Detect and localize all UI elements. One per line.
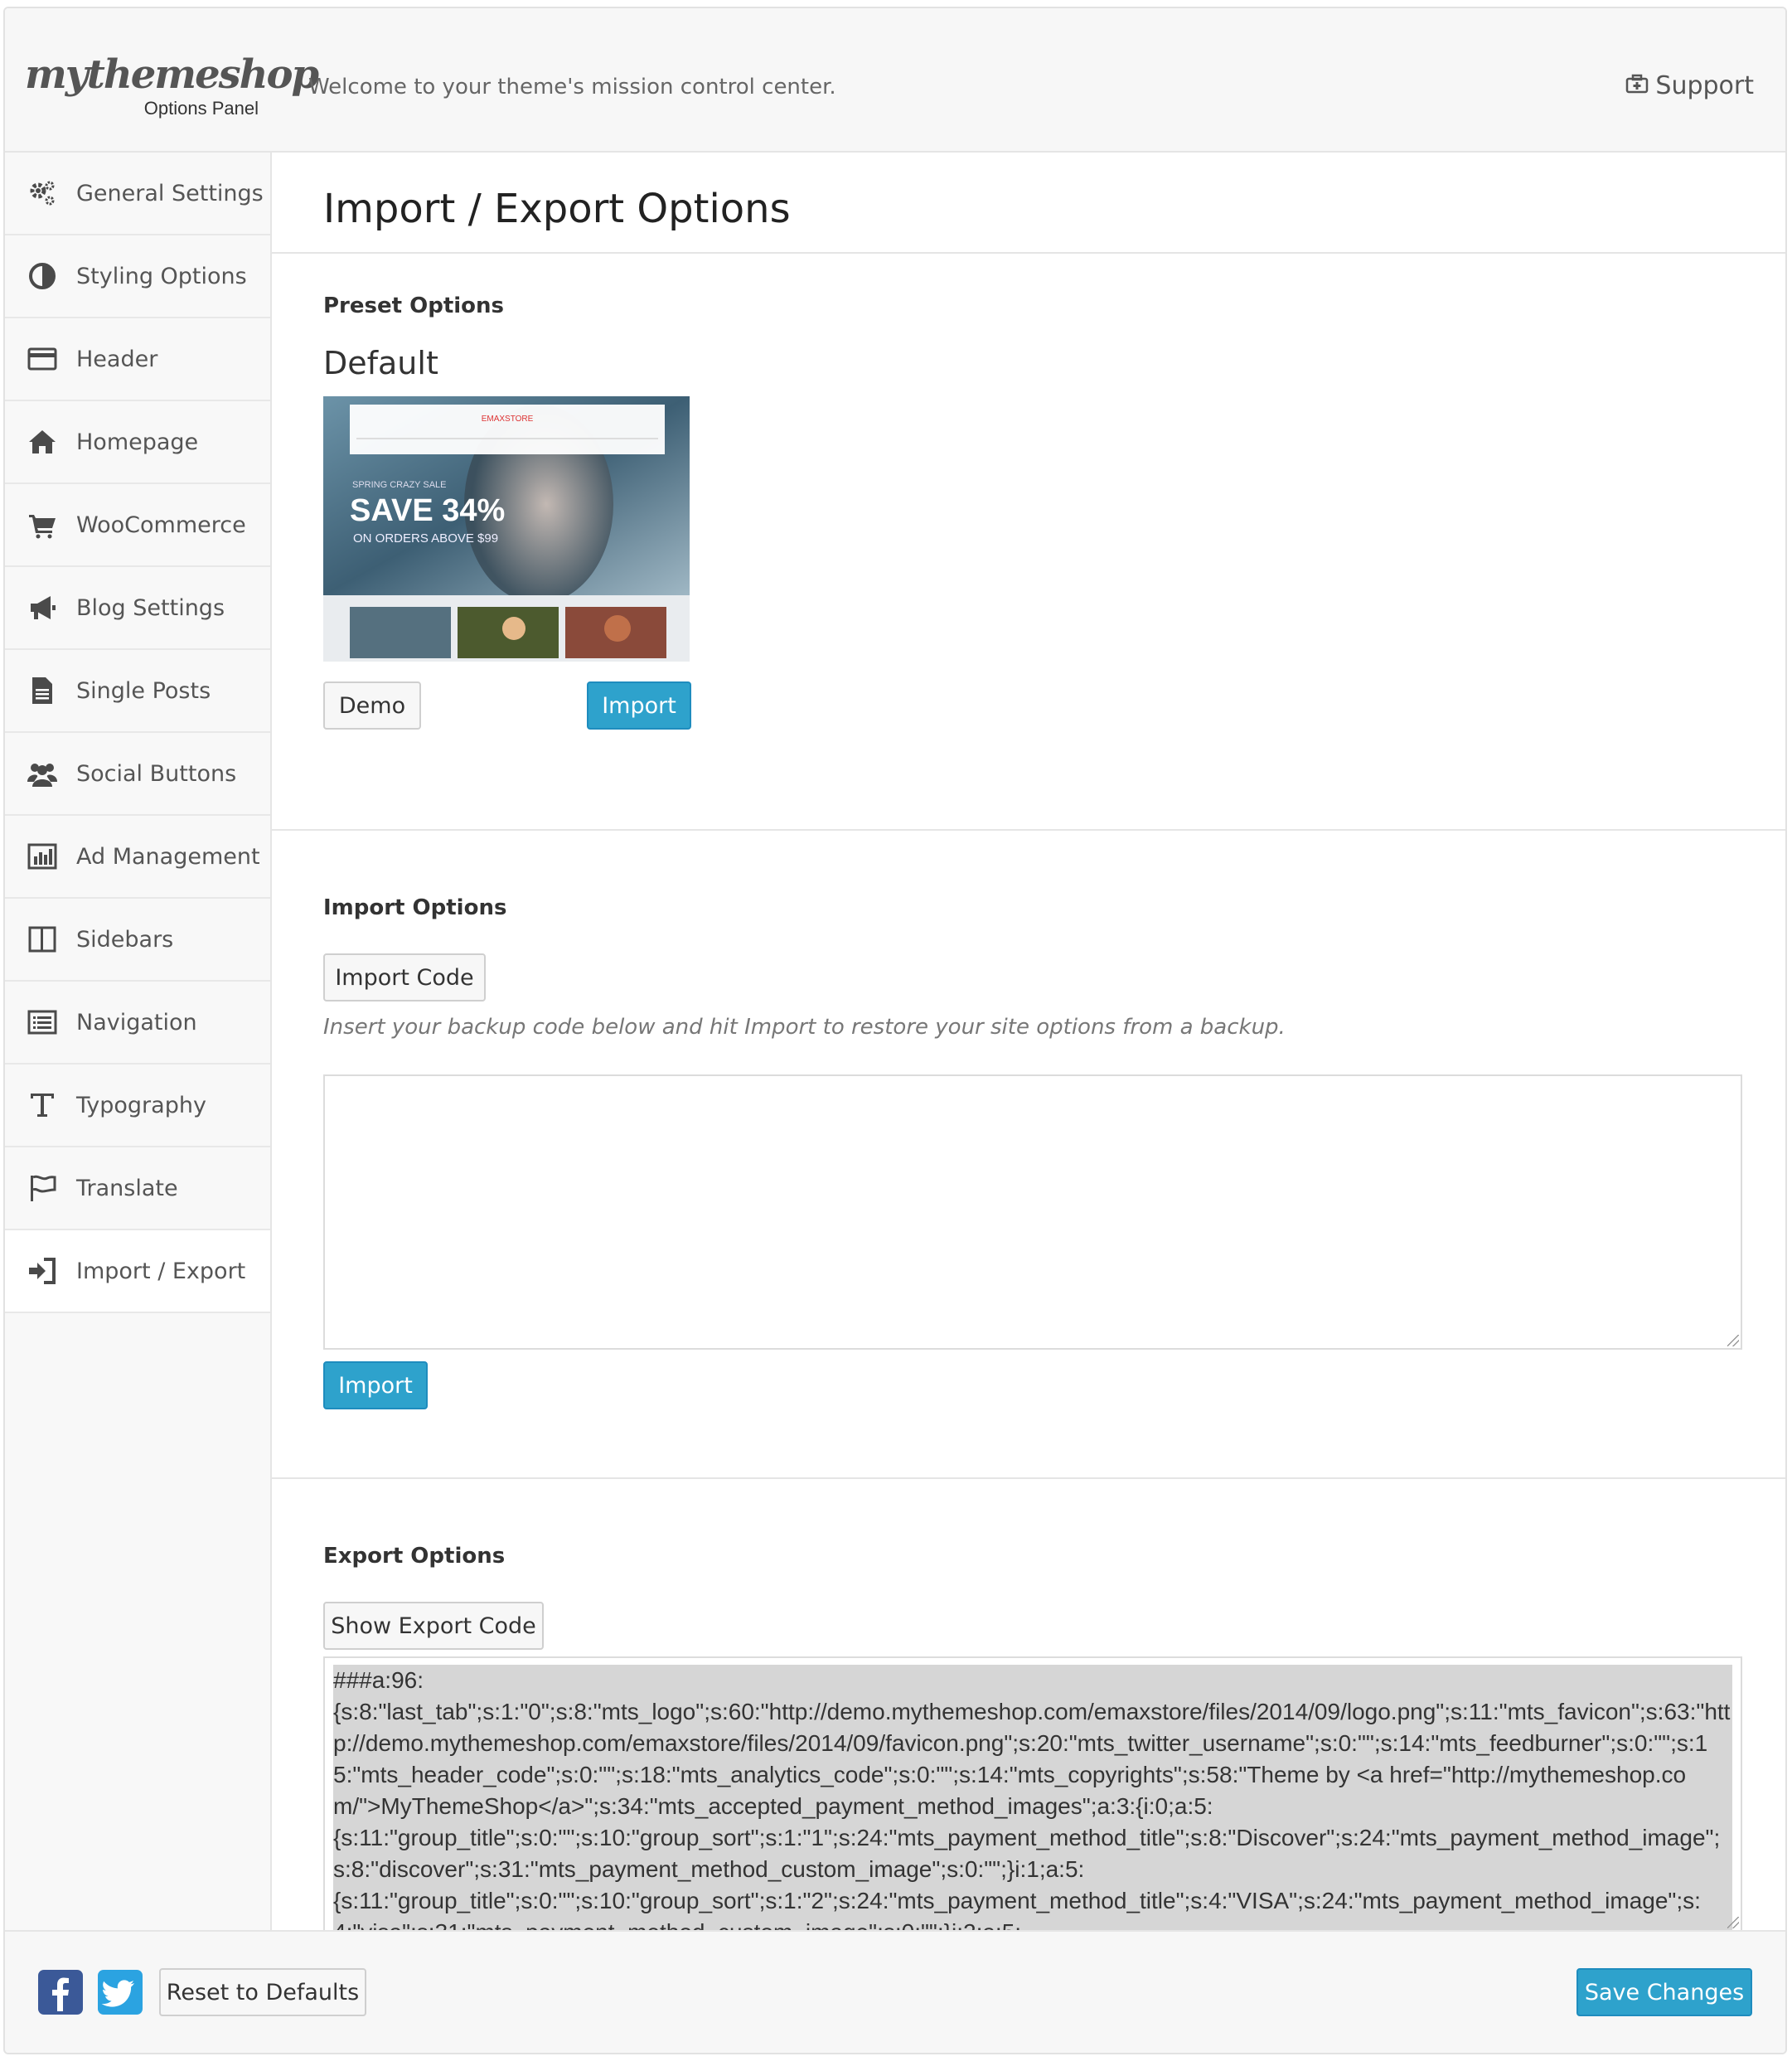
sidebar-item-single-posts[interactable]: Single Posts xyxy=(5,650,270,733)
gears-icon xyxy=(27,177,58,209)
thumb-sale: SAVE 34% xyxy=(350,493,505,528)
sidebar-item-label: Header xyxy=(76,346,158,372)
twitter-icon xyxy=(98,1970,143,2015)
facebook-icon xyxy=(38,1970,83,2015)
support-link[interactable]: Support xyxy=(1625,71,1754,100)
thumb-sale-small: SPRING CRAZY SALE xyxy=(352,480,447,490)
save-changes-button[interactable]: Save Changes xyxy=(1576,1968,1752,2016)
users-icon xyxy=(27,758,58,789)
section-divider xyxy=(272,829,1785,831)
sidebar-item-navigation[interactable]: Navigation xyxy=(5,982,270,1065)
logo-text: mythemeshop xyxy=(25,51,319,98)
sidebar-item-import-export[interactable]: Import / Export xyxy=(5,1230,270,1313)
preset-options-label: Preset Options xyxy=(323,293,505,318)
import-options-label: Import Options xyxy=(323,895,507,920)
footer-bar: Reset to Defaults Save Changes xyxy=(5,1930,1785,2053)
thumb-brand: EMAXSTORE xyxy=(482,415,534,424)
options-panel: mythemeshop Options Panel Welcome to you… xyxy=(3,7,1787,2054)
import-code-textarea[interactable] xyxy=(323,1074,1742,1350)
list-icon xyxy=(27,1006,58,1038)
bar-chart-icon xyxy=(27,841,58,872)
sidebar-item-label: Single Posts xyxy=(76,677,211,704)
sidebar-item-label: Homepage xyxy=(76,429,199,455)
sidebar-item-label: General Settings xyxy=(76,180,264,206)
sidebar-item-social-buttons[interactable]: Social Buttons xyxy=(5,733,270,816)
title-divider xyxy=(272,252,1785,254)
top-header: mythemeshop Options Panel Welcome to you… xyxy=(5,8,1785,153)
sidebar-item-styling-options[interactable]: Styling Options xyxy=(5,235,270,318)
import-hint: Insert your backup code below and hit Im… xyxy=(323,1015,1286,1040)
welcome-text: Welcome to your theme's mission control … xyxy=(308,75,836,99)
sidebar: General Settings Styling Options Header … xyxy=(5,153,272,1930)
preset-thumbnail-image: EMAXSTORE SPRING CRAZY SALE SAVE 34% ON … xyxy=(323,396,690,662)
megaphone-icon xyxy=(27,592,58,623)
sidebar-item-translate[interactable]: Translate xyxy=(5,1147,270,1230)
sidebar-item-label: Styling Options xyxy=(76,263,247,289)
import-submit-button[interactable]: Import xyxy=(323,1361,428,1409)
contrast-icon xyxy=(27,260,58,292)
thumb-sub: ON ORDERS ABOVE $99 xyxy=(353,531,498,546)
resize-handle[interactable] xyxy=(1727,1335,1739,1346)
sign-in-icon xyxy=(27,1255,58,1287)
preset-import-button[interactable]: Import xyxy=(587,681,691,730)
logo-subtitle: Options Panel xyxy=(143,98,259,119)
sidebar-item-label: Import / Export xyxy=(76,1258,246,1284)
sidebar-item-label: WooCommerce xyxy=(76,512,246,538)
text-icon xyxy=(27,1089,58,1121)
card-icon xyxy=(27,343,58,375)
document-icon xyxy=(27,675,58,706)
sidebar-item-sidebars[interactable]: Sidebars xyxy=(5,899,270,982)
sidebar-item-label: Blog Settings xyxy=(76,594,225,621)
reset-defaults-button[interactable]: Reset to Defaults xyxy=(159,1968,366,2016)
sidebar-item-label: Sidebars xyxy=(76,926,174,953)
sidebar-item-ad-management[interactable]: Ad Management xyxy=(5,816,270,899)
section-divider xyxy=(272,1477,1785,1479)
support-label: Support xyxy=(1655,71,1754,100)
sidebar-item-general-settings[interactable]: General Settings xyxy=(5,153,270,235)
cart-icon xyxy=(27,509,58,541)
export-code: ###a:96: {s:8:"last_tab";s:1:"0";s:8:"mt… xyxy=(333,1665,1732,1930)
sidebar-item-label: Social Buttons xyxy=(76,760,237,787)
preset-name: Default xyxy=(323,345,438,381)
sidebar-item-label: Navigation xyxy=(76,1009,197,1035)
resize-handle[interactable] xyxy=(1727,1917,1739,1928)
sidebar-item-label: Translate xyxy=(76,1175,178,1201)
main-content: Import / Export Options Preset Options D… xyxy=(272,153,1785,1932)
home-icon xyxy=(27,426,58,458)
preset-thumbnail: EMAXSTORE SPRING CRAZY SALE SAVE 34% ON … xyxy=(323,396,690,662)
export-options-label: Export Options xyxy=(323,1544,506,1569)
flag-icon xyxy=(27,1172,58,1204)
sidebar-item-label: Ad Management xyxy=(76,843,260,870)
import-code-button[interactable]: Import Code xyxy=(323,953,486,1001)
facebook-button[interactable] xyxy=(38,1970,83,2015)
logo[interactable]: mythemeshop Options Panel xyxy=(25,51,319,126)
sidebar-item-woocommerce[interactable]: WooCommerce xyxy=(5,484,270,567)
sidebar-item-header[interactable]: Header xyxy=(5,318,270,401)
medkit-icon xyxy=(1625,71,1649,100)
sidebar-item-blog-settings[interactable]: Blog Settings xyxy=(5,567,270,650)
preset-demo-button[interactable]: Demo xyxy=(323,681,421,730)
export-code-textarea[interactable]: ###a:96: {s:8:"last_tab";s:1:"0";s:8:"mt… xyxy=(323,1656,1742,1932)
twitter-button[interactable] xyxy=(98,1970,143,2015)
page-title: Import / Export Options xyxy=(323,186,791,232)
columns-icon xyxy=(27,924,58,955)
sidebar-item-homepage[interactable]: Homepage xyxy=(5,401,270,484)
sidebar-item-label: Typography xyxy=(76,1092,206,1118)
show-export-code-button[interactable]: Show Export Code xyxy=(323,1602,544,1650)
sidebar-item-typography[interactable]: Typography xyxy=(5,1065,270,1147)
